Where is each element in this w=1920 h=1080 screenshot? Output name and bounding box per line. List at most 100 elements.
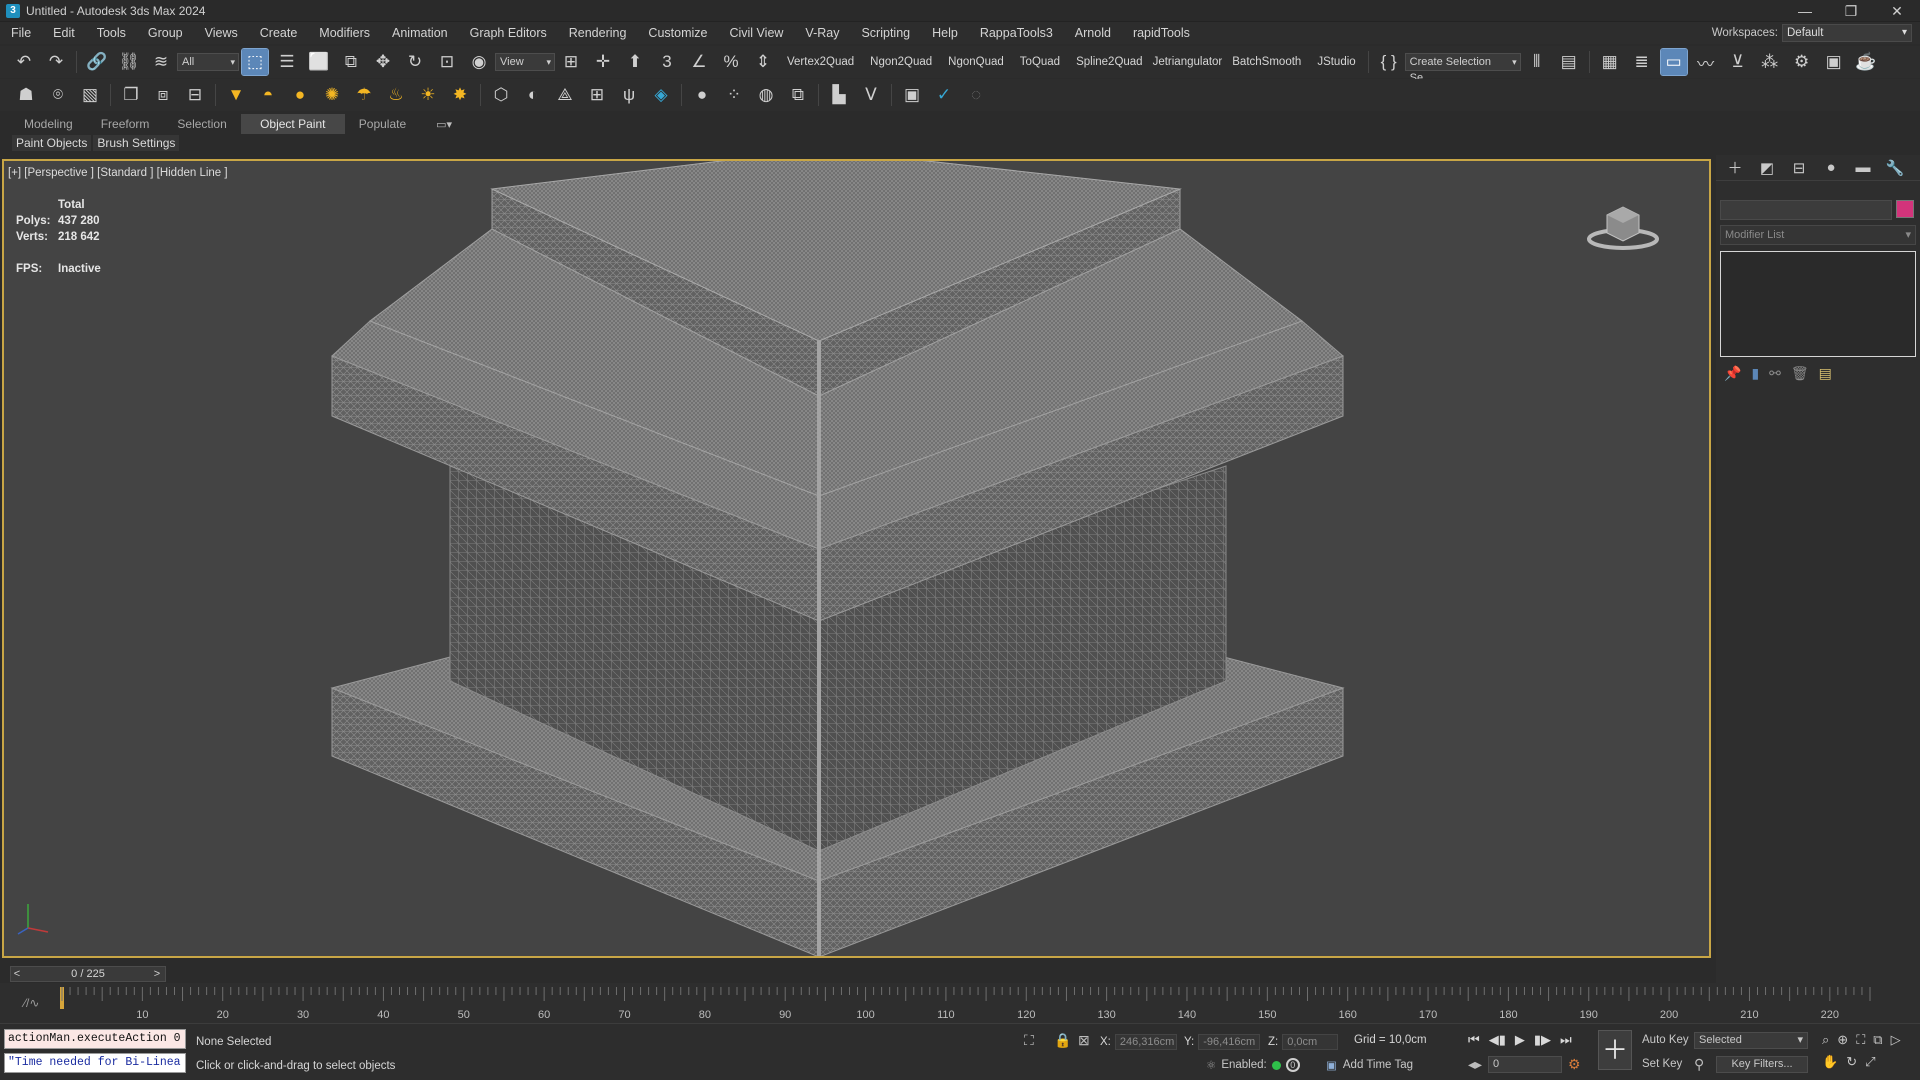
material-editor-icon[interactable]: ⁂ <box>1757 49 1783 75</box>
viewport-label[interactable]: [+] [Perspective ] [Standard ] [Hidden L… <box>8 167 228 179</box>
select-manipulate-icon[interactable]: ✛ <box>590 49 616 75</box>
redo-icon[interactable]: ↷ <box>43 49 69 75</box>
zoom-icon[interactable]: ⌕ <box>1822 1032 1829 1048</box>
named-selection-dropdown[interactable]: Create Selection Se <box>1404 53 1521 84</box>
menu-edit[interactable]: Edit <box>42 22 86 44</box>
auto-key-button[interactable]: Auto Key <box>1642 1034 1689 1046</box>
track-bar-ruler[interactable]: ⁄/∿ 10 20 30 40 50 60 70 80 90 100 110 120 130 140 150… <box>0 983 1920 1023</box>
select-object-icon[interactable]: ⬚ <box>241 48 269 76</box>
menu-modifiers[interactable]: Modifiers <box>308 22 381 44</box>
reference-coordinate-dropdown[interactable]: View <box>495 53 555 71</box>
orbit-icon[interactable]: ↻ <box>1846 1054 1857 1070</box>
time-slider-prev-button[interactable]: < <box>10 966 24 982</box>
menu-rapidtools[interactable]: rapidTools <box>1122 22 1201 44</box>
restore-button[interactable]: ❐ <box>1828 0 1874 22</box>
maxscript-listener-input[interactable]: "Time needed for Bi-Linea <box>4 1053 186 1073</box>
workspace-dropdown[interactable]: Default <box>1782 24 1912 42</box>
material-sphere-icon[interactable]: ● <box>689 82 715 108</box>
ribbon-options-icon[interactable]: ▭▾ <box>436 118 452 131</box>
unlink-icon[interactable]: ⛓ <box>116 49 142 75</box>
next-frame-icon[interactable]: ▮▶ <box>1534 1032 1551 1048</box>
time-slider-next-button[interactable]: > <box>150 966 164 982</box>
menu-help[interactable]: Help <box>921 22 969 44</box>
utilities-tab-icon[interactable]: 🔧 <box>1882 157 1908 179</box>
render-setup-icon[interactable]: ⚙ <box>1789 49 1815 75</box>
zoom-extents-icon[interactable]: ⛶ <box>1856 1032 1865 1048</box>
menu-scripting[interactable]: Scripting <box>850 22 921 44</box>
menu-vray[interactable]: V-Ray <box>794 22 850 44</box>
show-end-result-icon[interactable]: ▮ <box>1751 365 1759 382</box>
material-override-icon[interactable]: ◍ <box>753 82 779 108</box>
snap-toggle-icon[interactable]: 3 <box>654 49 680 75</box>
remove-modifier-icon[interactable]: 🗑 <box>1791 365 1809 382</box>
torus-knot-icon[interactable]: ⌾ <box>45 82 71 108</box>
motion-tab-icon[interactable]: ● <box>1818 157 1844 179</box>
keyboard-shortcut-override-icon[interactable]: ⬆ <box>622 49 648 75</box>
create-tab-icon[interactable]: ＋ <box>1722 157 1748 179</box>
validate-icon[interactable]: ✓ <box>931 82 957 108</box>
adaptive-degradation-icon[interactable]: ⚛ <box>1206 1058 1216 1072</box>
sky-icon[interactable]: ✸ <box>447 82 473 108</box>
y-coordinate-field[interactable]: -96,416cm <box>1198 1034 1261 1050</box>
selection-lock-icon[interactable]: 🔒 <box>1054 1032 1071 1049</box>
pivot-center-icon[interactable]: ⊞ <box>558 49 584 75</box>
go-to-start-icon[interactable]: ⏮ <box>1468 1032 1480 1048</box>
bind-spacewarp-icon[interactable]: ≋ <box>148 49 174 75</box>
light-ies-icon[interactable]: ✺ <box>319 82 345 108</box>
teapot-icon[interactable]: ☗ <box>13 82 39 108</box>
key-filters-button[interactable]: Key Filters... <box>1716 1056 1808 1073</box>
enabled-status-dot[interactable] <box>1271 1060 1281 1070</box>
spinner-snap-icon[interactable]: ⇕ <box>750 49 776 75</box>
object-name-field[interactable] <box>1720 200 1892 220</box>
add-time-tag-label[interactable]: Add Time Tag <box>1343 1059 1413 1071</box>
curve-editor-icon[interactable]: 〰 <box>1693 49 1719 75</box>
scale-icon[interactable]: ⊡ <box>434 49 460 75</box>
current-frame-field[interactable]: 0 <box>1488 1056 1562 1073</box>
scene-explorer-icon[interactable]: ▦ <box>1597 49 1623 75</box>
proxy-icon[interactable]: ⬡ <box>488 82 514 108</box>
script-button-vertex2quad[interactable]: Vertex2Quad <box>779 56 862 68</box>
viewcube-icon[interactable] <box>1583 197 1663 257</box>
display-tab-icon[interactable]: ▬ <box>1850 157 1876 179</box>
percent-snap-icon[interactable]: % <box>718 49 744 75</box>
menu-group[interactable]: Group <box>137 22 194 44</box>
disabled-tool-icon[interactable]: ◌ <box>963 82 989 108</box>
script-button-ngon2quad[interactable]: Ngon2Quad <box>862 56 940 68</box>
configure-modifier-sets-icon[interactable]: ▤ <box>1819 365 1832 382</box>
mirror-icon[interactable]: ⫴ <box>1524 49 1550 75</box>
grass-icon[interactable]: ψ <box>616 82 642 108</box>
pin-stack-icon[interactable]: 📌 <box>1724 365 1741 382</box>
hierarchy-tab-icon[interactable]: ⊟ <box>1786 157 1812 179</box>
plane-icon[interactable]: ⟁ <box>552 82 578 108</box>
group-icon[interactable]: ⊟ <box>182 82 208 108</box>
modifier-list-dropdown[interactable]: Modifier List <box>1720 225 1916 245</box>
window-crossing-icon[interactable]: ⧉ <box>338 49 364 75</box>
place-icon[interactable]: ◉ <box>466 49 492 75</box>
angle-snap-icon[interactable]: ∠ <box>686 49 712 75</box>
script-button-toquad[interactable]: ToQuad <box>1012 56 1068 68</box>
field-of-view-icon[interactable]: ▷ <box>1891 1032 1901 1048</box>
menu-create[interactable]: Create <box>249 22 309 44</box>
select-by-name-icon[interactable]: ☰ <box>274 49 300 75</box>
menu-rappatools3[interactable]: RappaTools3 <box>969 22 1064 44</box>
selection-filter-dropdown[interactable]: All <box>177 53 239 71</box>
script-button-ngonquad[interactable]: NgonQuad <box>940 56 1012 68</box>
move-icon[interactable]: ✥ <box>370 49 396 75</box>
material-library-icon[interactable]: ⁘ <box>721 82 747 108</box>
script-button-batchsmooth[interactable]: BatchSmooth <box>1224 56 1309 68</box>
perspective-viewport[interactable]: [+] [Perspective ] [Standard ] [Hidden L… <box>2 159 1711 958</box>
ribbon-tab-populate[interactable]: Populate <box>345 114 420 134</box>
rendered-frame-window-icon[interactable]: ▣ <box>1821 49 1847 75</box>
menu-customize[interactable]: Customize <box>637 22 718 44</box>
enabled-count-icon[interactable]: 0 <box>1285 1058 1300 1072</box>
ribbon-tab-modeling[interactable]: Modeling <box>10 114 87 134</box>
edit-named-selection-icon[interactable]: { } <box>1376 49 1402 75</box>
material-converter-icon[interactable]: ⧉ <box>785 82 811 108</box>
menu-file[interactable]: File <box>0 22 42 44</box>
undo-icon[interactable]: ↶ <box>11 49 37 75</box>
menu-rendering[interactable]: Rendering <box>558 22 638 44</box>
time-configuration-icon[interactable]: ⚙ <box>1568 1056 1581 1073</box>
modify-tab-icon[interactable]: ◩ <box>1754 157 1780 179</box>
light-sphere-icon[interactable]: ● <box>287 82 313 108</box>
ribbon-panel-paint-objects[interactable]: Paint Objects <box>12 135 92 151</box>
